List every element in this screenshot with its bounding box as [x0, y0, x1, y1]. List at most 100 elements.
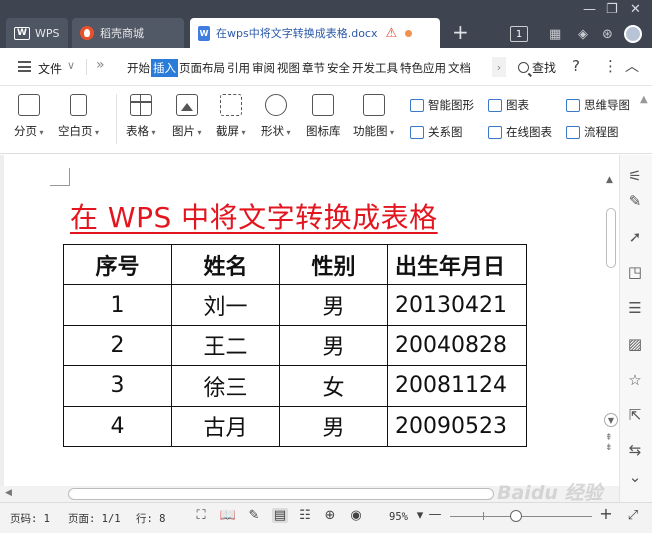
tab-document[interactable]: W 在wps中将文字转换成表格.docx ⚠ [190, 18, 440, 48]
menu-item-insert[interactable]: 插入 [151, 59, 178, 77]
smart-art-button[interactable]: 智能图形 [410, 97, 474, 113]
menu-item-section[interactable]: 章节 [301, 60, 326, 77]
screenshot-button[interactable]: 截屏 [216, 94, 246, 139]
menu-item-view[interactable]: 视图 [276, 60, 301, 77]
table-cell[interactable]: 王二 [171, 324, 280, 367]
more-vertical-icon[interactable]: ⋮ [603, 57, 618, 75]
page-count-indicator[interactable]: 1 [510, 24, 528, 44]
zoom-level[interactable]: 95% [389, 511, 408, 523]
scroll-down-icon[interactable]: ▼ [604, 413, 618, 427]
table-cell[interactable]: 古月 [171, 405, 280, 447]
menu-item-document[interactable]: 文档 [447, 60, 472, 77]
table-cell[interactable]: 男 [279, 284, 388, 326]
zoom-dropdown-icon[interactable]: ▾ [412, 508, 428, 523]
pen-icon[interactable]: ✎ [626, 192, 644, 210]
star-icon[interactable]: ☆ [626, 371, 644, 389]
online-chart-button[interactable]: 在线图表 [488, 124, 552, 140]
table-cell[interactable]: 20040828 [387, 324, 527, 367]
page-break-button[interactable]: 分页 [14, 94, 44, 139]
page-of-status[interactable]: 页面: 1/1 [68, 511, 121, 526]
pointer-icon[interactable]: ➚ [626, 228, 644, 246]
translate-icon[interactable]: ⇆ [626, 441, 644, 459]
double-chevron-right-icon[interactable]: » [96, 57, 105, 73]
table-cell[interactable]: 男 [279, 324, 388, 367]
help-icon[interactable]: ? [572, 57, 580, 75]
icon-library-button[interactable]: 图标库 [306, 94, 341, 139]
search-button[interactable]: 查找 [518, 59, 556, 76]
maximize-icon[interactable]: ❐ [606, 2, 618, 17]
menu-item-page-layout[interactable]: 页面布局 [178, 60, 226, 77]
close-icon[interactable]: ✕ [630, 2, 641, 17]
line-status[interactable]: 行: 8 [136, 511, 165, 526]
table-cell[interactable]: 20090523 [387, 405, 527, 447]
shape-button[interactable]: 形状 [261, 94, 291, 139]
menu-item-security[interactable]: 安全 [326, 60, 351, 77]
chevron-down-icon[interactable]: ∨ [67, 59, 75, 72]
page-view-icon[interactable]: ▤ [272, 508, 288, 523]
document-table[interactable]: 序号 姓名 性别 出生年月日 1 刘一 男 20130421 2 王二 男 20… [63, 243, 527, 447]
flowchart-button[interactable]: 流程图 [566, 124, 619, 140]
collapse-ribbon-icon[interactable]: ︿ [625, 56, 639, 76]
outline-view-icon[interactable]: ☷ [297, 508, 313, 523]
minimize-icon[interactable]: — [583, 2, 596, 17]
zoom-slider-handle[interactable] [510, 510, 522, 522]
table-cell[interactable]: 2 [63, 324, 172, 367]
table-cell[interactable]: 1 [63, 284, 172, 326]
table-button[interactable]: 表格 [126, 94, 156, 139]
more-tools-icon[interactable]: ⌄ [626, 468, 644, 486]
fit-window-icon[interactable]: ⤢ [625, 508, 641, 523]
zoom-out-icon[interactable]: — [427, 507, 443, 522]
table-cell[interactable]: 男 [279, 405, 388, 447]
table-cell[interactable]: 20081124 [387, 365, 527, 407]
chart-button[interactable]: 图表 [488, 97, 529, 113]
picture-button[interactable]: 图片 [172, 94, 202, 139]
profile-icon[interactable]: ⊛ [602, 24, 613, 44]
sliders-icon[interactable]: ⚟ [626, 167, 644, 185]
table-cell[interactable]: 3 [63, 365, 172, 407]
unsaved-dot-icon[interactable] [405, 29, 413, 37]
hamburger-menu-icon[interactable] [18, 61, 31, 72]
share-icon[interactable]: ⇱ [626, 406, 644, 424]
menu-item-references[interactable]: 引用 [226, 60, 251, 77]
table-header-cell[interactable]: 出生年月日 [387, 243, 527, 286]
scroll-left-arrow-icon[interactable]: ◀ [5, 488, 12, 498]
tab-wps[interactable]: W WPS [6, 18, 68, 48]
table-header-cell[interactable]: 序号 [63, 243, 172, 286]
file-menu[interactable]: 文件 [38, 60, 62, 77]
table-cell[interactable]: 4 [63, 405, 172, 447]
pen-icon[interactable]: ✎ [246, 508, 262, 523]
fullscreen-icon[interactable]: ⛶ [193, 508, 209, 523]
horizontal-scrollbar-thumb[interactable] [68, 488, 494, 500]
table-header-cell[interactable]: 姓名 [171, 243, 280, 286]
image-edit-icon[interactable]: ▨ [626, 335, 644, 353]
avatar[interactable] [624, 24, 642, 44]
page-nav-arrows-icon[interactable]: ⇞ ⇟ [605, 433, 613, 453]
zoom-in-icon[interactable]: + [598, 504, 614, 523]
skin-icon[interactable]: ◈ [578, 24, 588, 44]
function-chart-button[interactable]: 功能图 [353, 94, 394, 139]
document-title[interactable]: 在 WPS 中将文字转换成表格 [70, 196, 438, 236]
table-cell[interactable]: 20130421 [387, 284, 527, 326]
menu-item-home[interactable]: 开始 [126, 60, 151, 77]
menu-item-developer[interactable]: 开发工具 [351, 60, 399, 77]
menu-more-chevron-icon[interactable]: › [492, 57, 506, 77]
page-number-status[interactable]: 页码: 1 [10, 511, 50, 526]
new-tab-icon[interactable]: + [452, 22, 469, 42]
apps-icon[interactable]: ▦ [549, 24, 561, 44]
reading-mode-icon[interactable]: 📖 [220, 508, 236, 523]
ribbon-scroll-up-icon[interactable]: ▲ [640, 94, 648, 105]
vertical-scrollbar-thumb[interactable] [606, 208, 616, 268]
scroll-up-arrow-icon[interactable]: ▲ [606, 175, 613, 185]
eye-protection-icon[interactable]: ◉ [348, 508, 364, 523]
table-cell[interactable]: 女 [279, 365, 388, 407]
shapes-icon[interactable]: ◳ [626, 263, 644, 281]
table-header-cell[interactable]: 性别 [279, 243, 388, 286]
web-view-icon[interactable]: ⊕ [322, 508, 338, 523]
table-cell[interactable]: 刘一 [171, 284, 280, 326]
blank-page-button[interactable]: 空白页 [58, 94, 99, 139]
table-cell[interactable]: 徐三 [171, 365, 280, 407]
relation-chart-button[interactable]: 关系图 [410, 124, 463, 140]
tab-daoke-store[interactable]: 稻壳商城 [72, 18, 184, 48]
settings-sliders-icon[interactable]: ☰ [626, 299, 644, 317]
mind-map-button[interactable]: 思维导图 [566, 97, 630, 113]
